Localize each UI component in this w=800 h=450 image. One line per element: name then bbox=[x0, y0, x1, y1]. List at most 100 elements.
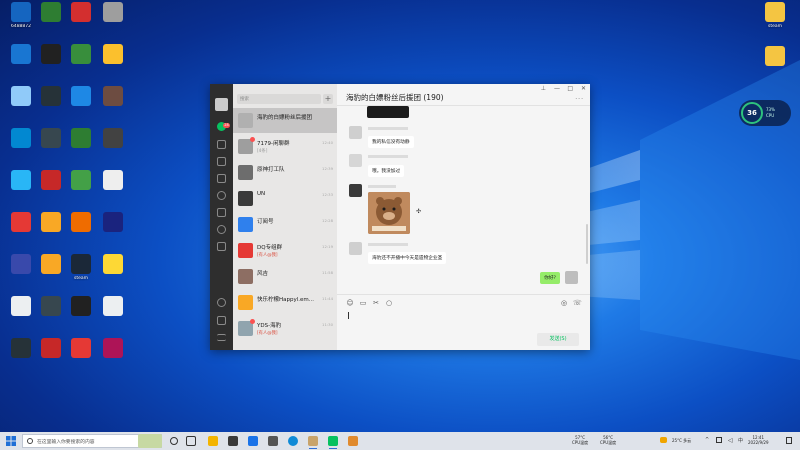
cpu-usage-widget[interactable]: 36 73% CPU bbox=[739, 100, 791, 126]
desktop-shortcut[interactable] bbox=[96, 44, 130, 84]
desktop-shortcut[interactable] bbox=[4, 212, 38, 252]
desktop-shortcut[interactable]: 6488872 bbox=[4, 2, 38, 42]
voice-call-icon[interactable]: ◎ bbox=[560, 299, 568, 307]
my-avatar[interactable] bbox=[565, 271, 578, 284]
conversation-item[interactable]: 订阅号 12:28 bbox=[233, 212, 337, 237]
sender-avatar[interactable] bbox=[349, 184, 362, 197]
my-message-bubble[interactable]: 你好? bbox=[540, 272, 560, 284]
desktop-shortcut[interactable]: steam bbox=[64, 254, 98, 294]
phone-icon[interactable] bbox=[217, 316, 226, 325]
conversation-item[interactable]: 快乐柠檬Happyl.em... 11:44 bbox=[233, 290, 337, 315]
desktop-shortcut[interactable] bbox=[96, 170, 130, 210]
conversation-item[interactable]: 7179-闲聊群 [4条] 12:40 bbox=[233, 134, 337, 159]
desktop-shortcut[interactable] bbox=[4, 44, 38, 84]
conversation-item[interactable]: 原神打工队 12:39 bbox=[233, 160, 337, 185]
wechat-window[interactable]: 28 搜索 + 海豹的白嫖粉丝后援团 7179-闲聊群 [4条] 12:40 原神打工队… bbox=[210, 84, 590, 350]
conversation-item[interactable]: UN 12:33 bbox=[233, 186, 337, 211]
conversation-item[interactable]: 海豹的白嫖粉丝后援团 bbox=[233, 108, 337, 133]
message-bubble[interactable]: 海豹还不开播中今天是遗物企业圣 bbox=[368, 252, 447, 264]
desktop-shortcut[interactable] bbox=[96, 2, 130, 42]
app-icon[interactable] bbox=[348, 436, 358, 446]
desktop-shortcut[interactable] bbox=[34, 128, 68, 168]
start-group-chat-button[interactable]: + bbox=[323, 94, 333, 104]
windows-start-icon[interactable] bbox=[6, 436, 16, 446]
desktop-shortcut[interactable] bbox=[64, 44, 98, 84]
edge-icon[interactable] bbox=[288, 436, 298, 446]
clock[interactable]: 12:41 2022/9/29 bbox=[748, 435, 769, 445]
network-icon[interactable] bbox=[716, 437, 722, 443]
channels-icon[interactable] bbox=[217, 208, 226, 217]
chat-scrollbar[interactable] bbox=[586, 224, 588, 264]
conversation-item[interactable]: YDS-海豹 [有人@我] 11:30 bbox=[233, 316, 337, 341]
input-method-icon[interactable]: 中 bbox=[738, 437, 743, 444]
volume-icon[interactable]: ◁ bbox=[728, 437, 733, 444]
mini-program-panel-icon[interactable] bbox=[217, 298, 226, 307]
pin-window-button[interactable]: ⊥ bbox=[541, 85, 546, 92]
desktop-shortcut[interactable] bbox=[4, 296, 38, 336]
sender-avatar[interactable] bbox=[349, 154, 362, 167]
emoji-icon[interactable]: ☺ bbox=[346, 299, 354, 307]
desktop-shortcut[interactable] bbox=[4, 338, 38, 378]
app-icon[interactable] bbox=[228, 436, 238, 446]
task-view-icon[interactable] bbox=[186, 436, 196, 446]
conversation-search-input[interactable]: 搜索 bbox=[237, 94, 321, 104]
desktop-shortcut[interactable] bbox=[4, 128, 38, 168]
desktop-shortcut[interactable] bbox=[34, 44, 68, 84]
desktop-shortcut[interactable] bbox=[758, 46, 792, 86]
desktop-shortcut[interactable] bbox=[64, 128, 98, 168]
mail-icon[interactable] bbox=[248, 436, 258, 446]
desktop-shortcut[interactable] bbox=[34, 170, 68, 210]
video-call-icon[interactable]: ☏ bbox=[573, 299, 582, 307]
desktop-shortcut[interactable] bbox=[64, 296, 98, 336]
desktop-shortcut[interactable] bbox=[34, 296, 68, 336]
desktop-shortcut[interactable] bbox=[96, 254, 130, 294]
desktop-shortcut[interactable] bbox=[34, 254, 68, 294]
chat-history-icon[interactable]: ○ bbox=[385, 299, 393, 307]
minimize-button[interactable]: — bbox=[554, 85, 560, 92]
user-avatar[interactable] bbox=[215, 98, 228, 111]
desktop-shortcut[interactable] bbox=[96, 338, 130, 378]
desktop-shortcut[interactable] bbox=[96, 128, 130, 168]
desktop-shortcut[interactable] bbox=[4, 254, 38, 294]
send-button[interactable]: 发送(S) bbox=[537, 333, 579, 346]
desktop-shortcut[interactable] bbox=[64, 338, 98, 378]
search-icon[interactable] bbox=[217, 225, 226, 234]
close-button[interactable]: ✕ bbox=[581, 85, 586, 92]
desktop-shortcut[interactable] bbox=[96, 86, 130, 126]
collection-icon[interactable] bbox=[217, 157, 226, 166]
chat-input-area[interactable]: ☺ ▭ ✂ ○ ◎ ☏ 发送(S) bbox=[337, 294, 590, 350]
desktop-shortcut[interactable] bbox=[64, 2, 98, 42]
desktop-shortcut[interactable] bbox=[96, 296, 130, 336]
bear-sticker-image[interactable] bbox=[368, 192, 410, 234]
notification-icon[interactable] bbox=[786, 437, 792, 444]
desktop-shortcut[interactable] bbox=[34, 86, 68, 126]
menu-icon[interactable] bbox=[217, 334, 226, 341]
moments-icon[interactable] bbox=[217, 191, 226, 200]
message-bubble[interactable]: 哦。我没加过 bbox=[368, 165, 405, 177]
contacts-icon[interactable] bbox=[217, 140, 226, 149]
mini-program-icon[interactable] bbox=[217, 242, 226, 251]
sender-avatar[interactable] bbox=[349, 242, 362, 255]
cortana-icon[interactable] bbox=[170, 437, 178, 445]
screenshot-icon[interactable]: ✂ bbox=[372, 299, 380, 307]
chevron-up-icon[interactable]: ^ bbox=[705, 437, 709, 443]
desktop-shortcut[interactable] bbox=[64, 86, 98, 126]
desktop-shortcut[interactable] bbox=[4, 170, 38, 210]
weather-text[interactable]: 25°C 多云 bbox=[672, 438, 691, 443]
weather-icon[interactable] bbox=[660, 437, 667, 443]
desktop-shortcut[interactable] bbox=[96, 212, 130, 252]
desktop-shortcut[interactable] bbox=[34, 2, 68, 42]
desktop-shortcut[interactable] bbox=[64, 170, 98, 210]
file-explorer-icon[interactable] bbox=[208, 436, 218, 446]
message-bubble[interactable]: 我的私信没有动静 bbox=[368, 136, 414, 148]
folder-icon[interactable] bbox=[217, 174, 226, 183]
game-icon[interactable] bbox=[308, 436, 318, 449]
desktop-shortcut[interactable] bbox=[34, 212, 68, 252]
file-icon[interactable]: ▭ bbox=[359, 299, 367, 307]
conversation-item[interactable]: 风吉 11:58 bbox=[233, 264, 337, 289]
sticker-image-partial[interactable] bbox=[367, 106, 409, 118]
conversation-item[interactable]: DQ专组群 [有人@我] 12:19 bbox=[233, 238, 337, 263]
chat-more-icon[interactable]: ··· bbox=[575, 96, 584, 103]
app-icon[interactable] bbox=[268, 436, 278, 446]
desktop-shortcut[interactable] bbox=[64, 212, 98, 252]
